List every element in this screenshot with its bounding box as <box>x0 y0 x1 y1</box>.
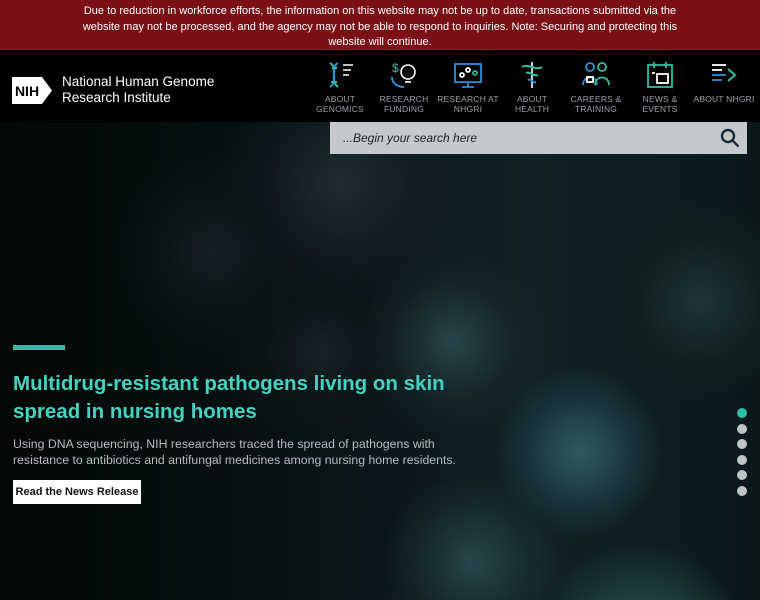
nav-label: Careers & Training <box>570 94 622 114</box>
org-name: National Human Genome Research Institute <box>62 74 215 105</box>
nav-label: About Genomics <box>316 94 364 114</box>
hero-headline[interactable]: Multidrug-resistant pathogens living on … <box>13 370 483 426</box>
news-icon <box>628 58 692 92</box>
alert-text: Due to reduction in workforce efforts, t… <box>82 5 678 48</box>
search-bar <box>330 122 747 154</box>
main-nav: About Genomics $ Research Funding <box>308 58 756 114</box>
carousel-dot-5[interactable] <box>737 470 747 481</box>
carousel-dot-2[interactable] <box>737 423 747 434</box>
about-icon <box>692 58 756 92</box>
search-input[interactable] <box>341 130 705 146</box>
nav-label: About NHGRI <box>693 94 755 104</box>
nih-logo-icon: NIH <box>12 76 52 104</box>
carousel-dot-1[interactable] <box>737 408 747 418</box>
nav-about-nhgri[interactable]: About NHGRI <box>692 58 756 114</box>
site-logo[interactable]: NIH National Human Genome Research Insti… <box>12 74 232 106</box>
hero-summary: Using DNA sequencing, NIH researchers tr… <box>13 437 456 467</box>
nav-news-events[interactable]: News & Events <box>628 58 692 114</box>
nav-label: Research at NHGRI <box>437 94 499 114</box>
carousel-dot-3[interactable] <box>737 439 747 450</box>
search-button[interactable] <box>717 125 743 151</box>
site-header: NIH National Human Genome Research Insti… <box>0 50 760 122</box>
careers-icon <box>564 58 628 92</box>
carousel-dot-4[interactable] <box>737 454 747 465</box>
nav-label: About Health <box>514 94 550 114</box>
nav-about-health[interactable]: About Health <box>500 58 564 114</box>
carousel-dot-6[interactable] <box>737 485 747 496</box>
dna-icon <box>308 58 372 92</box>
carousel-indicators <box>737 408 747 502</box>
read-news-release-button[interactable]: Read the News Release <box>13 480 141 504</box>
search-icon <box>720 128 740 148</box>
hero-carousel: Multidrug-resistant pathogens living on … <box>0 122 760 600</box>
nav-research-at-nhgri[interactable]: Research at NHGRI <box>436 58 500 114</box>
nav-label: Research Funding <box>379 94 429 114</box>
nav-label: News & Events <box>642 94 678 114</box>
nav-research-funding[interactable]: $ Research Funding <box>372 58 436 114</box>
research-icon <box>436 58 500 92</box>
hero-background-image <box>0 122 760 600</box>
svg-text:$: $ <box>392 61 399 75</box>
health-icon <box>500 58 564 92</box>
svg-text:NIH: NIH <box>15 83 39 99</box>
alert-banner: Due to reduction in workforce efforts, t… <box>0 0 760 50</box>
nav-about-genomics[interactable]: About Genomics <box>308 58 372 114</box>
accent-bar <box>13 345 65 350</box>
nav-careers-training[interactable]: Careers & Training <box>564 58 628 114</box>
funding-icon: $ <box>372 58 436 92</box>
